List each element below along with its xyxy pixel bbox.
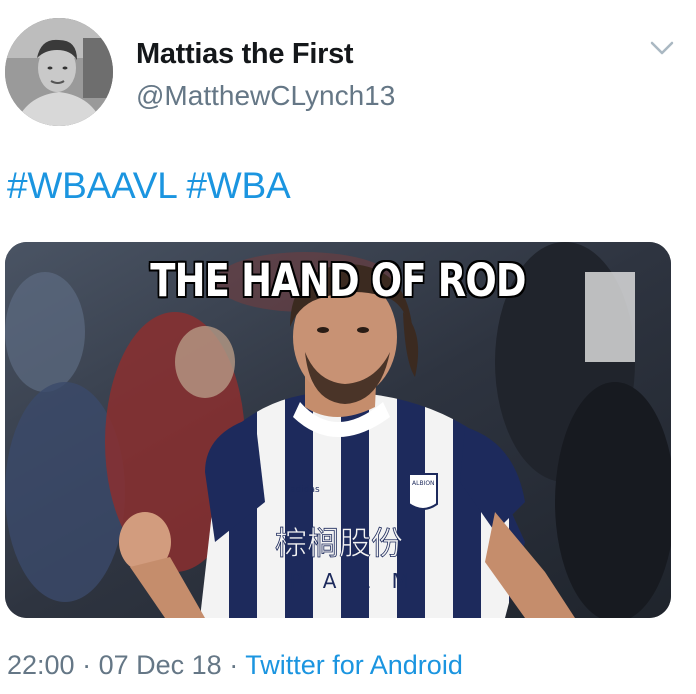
separator: · xyxy=(82,650,92,680)
display-name[interactable]: Mattias the First xyxy=(136,38,354,71)
tweet-media-image[interactable]: 棕榈股份 PALM ALBION adidas THE HAND OF ROD xyxy=(5,242,671,618)
separator: · xyxy=(229,650,239,680)
avatar-photo-icon xyxy=(5,18,113,126)
avatar[interactable] xyxy=(5,18,113,126)
tweet-meta: 22:00 · 07 Dec 18 · Twitter for Android xyxy=(7,650,463,681)
tweet-text: #WBAAVL #WBA xyxy=(7,165,291,207)
meme-caption: THE HAND OF ROD xyxy=(150,254,526,307)
tweet-header: Mattias the First @MatthewCLynch13 xyxy=(0,0,696,140)
tweet-date[interactable]: 07 Dec 18 xyxy=(99,650,222,680)
club-badge-text: ALBION xyxy=(412,480,435,487)
chevron-down-icon[interactable] xyxy=(648,38,676,58)
hashtag-link[interactable]: #WBAAVL xyxy=(7,165,176,206)
tweet-time[interactable]: 22:00 xyxy=(7,650,75,680)
hashtag-link[interactable]: #WBA xyxy=(186,165,290,206)
kit-maker-text: adidas xyxy=(290,485,320,495)
shirt-sponsor-latin-text: PALM xyxy=(290,569,431,593)
shirt-sponsor-text: 棕榈股份 xyxy=(275,524,403,562)
tweet-source-link[interactable]: Twitter for Android xyxy=(245,650,463,680)
user-handle[interactable]: @MatthewCLynch13 xyxy=(136,80,395,112)
